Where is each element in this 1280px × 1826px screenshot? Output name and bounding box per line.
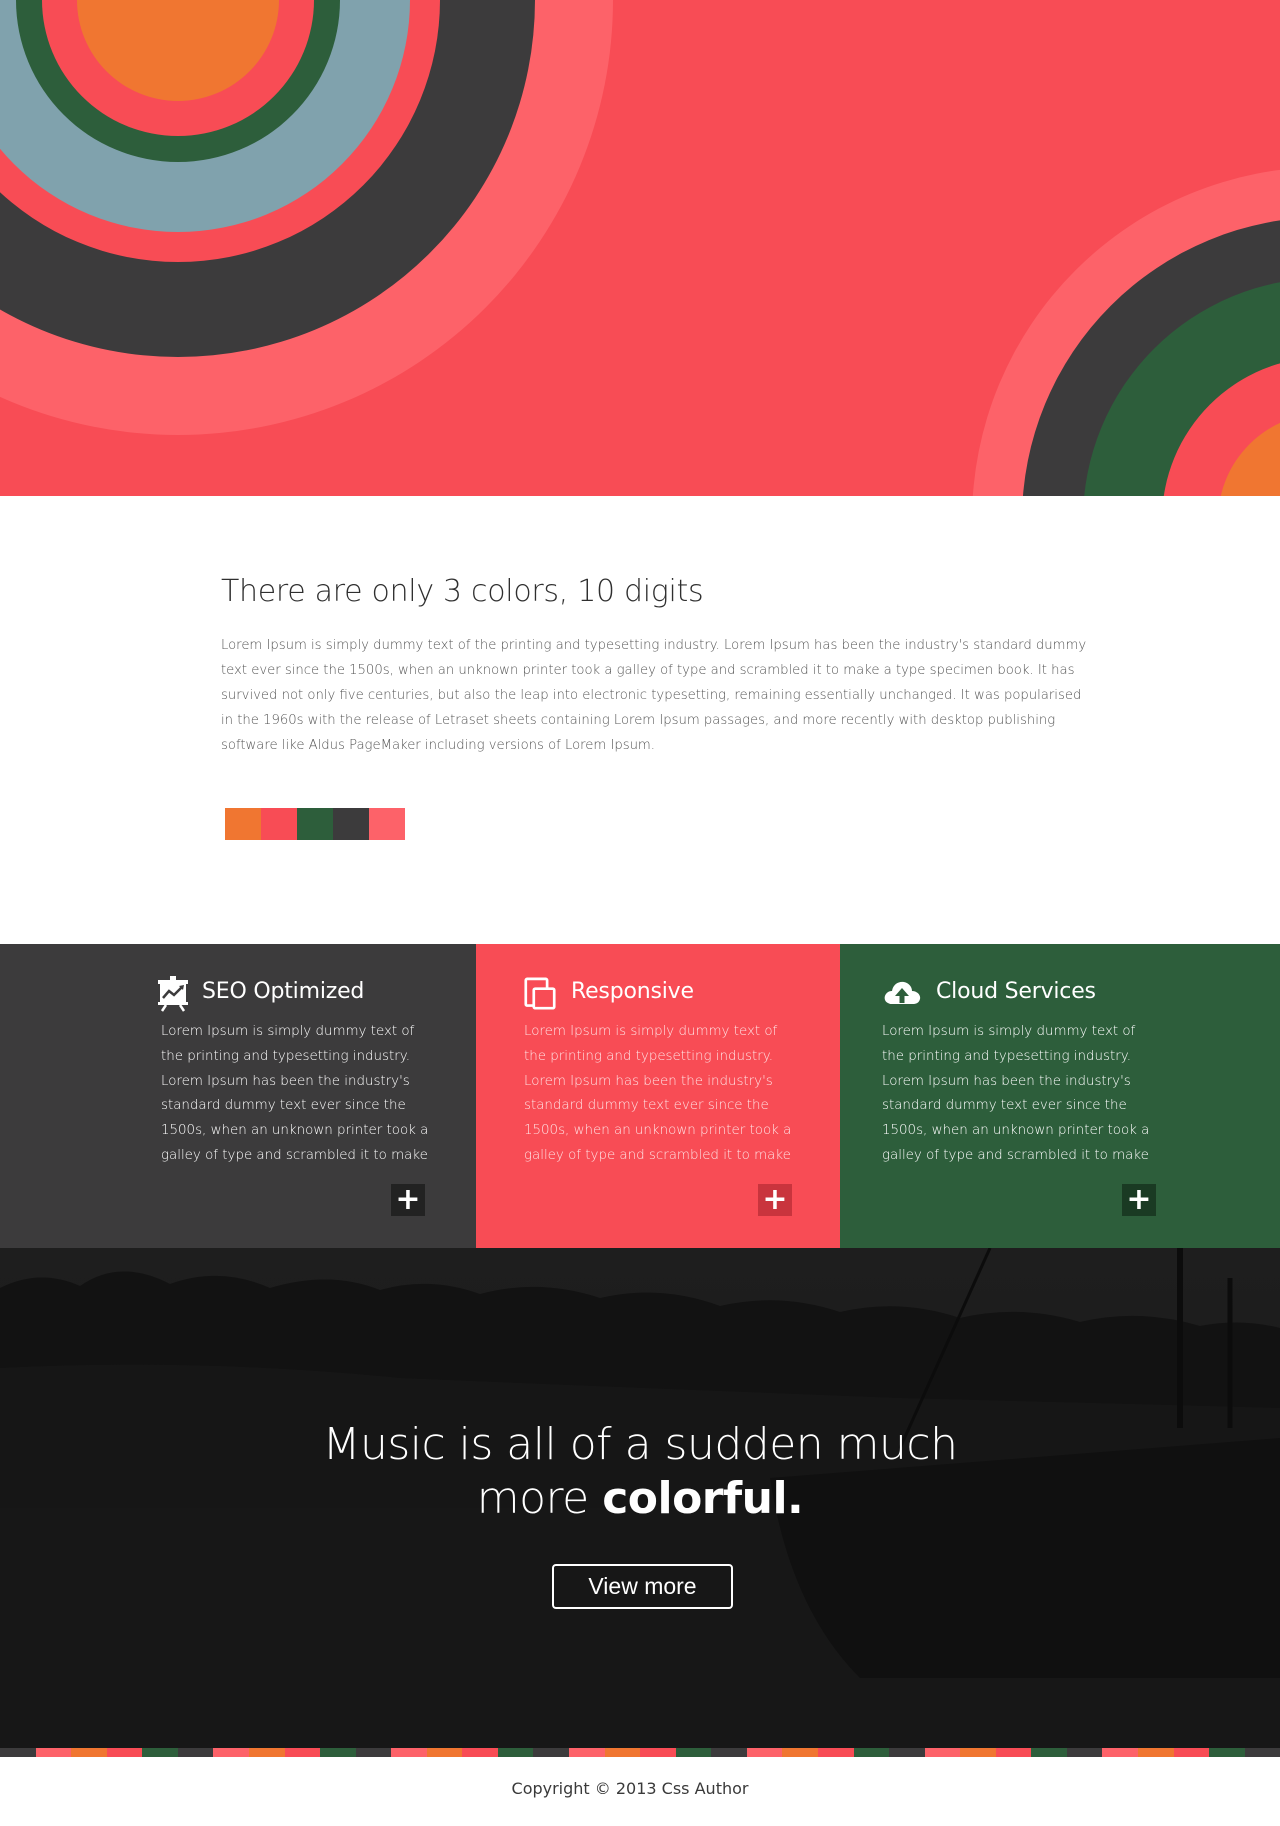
stripe-segment [1066,1748,1103,1757]
stripe-segment [1138,1748,1174,1757]
stripe-segment [320,1748,356,1757]
more-button[interactable]: + [1122,1184,1156,1216]
stripe-segment [960,1748,996,1757]
footer: Copyright © 2013 Css Author [0,1757,1280,1826]
stripe-segment [569,1748,605,1757]
stripe-segment [0,1748,36,1757]
stripe-segment [426,1748,463,1757]
stripe-segment [284,1748,321,1757]
stripe-segment [995,1748,1032,1757]
stripe-segment [924,1748,961,1757]
swatch-orange [225,808,261,840]
stripe-segment [604,1748,641,1757]
stripe-segment [853,1748,890,1757]
more-button[interactable]: + [758,1184,792,1216]
concentric-circles-art [0,0,1280,496]
stripe-segment [817,1748,854,1757]
devices-icon [524,977,556,1010]
stripe-segment [1244,1748,1280,1757]
music-banner: Music is all of a sudden much more color… [0,1248,1280,1748]
view-more-button[interactable]: View more [552,1564,733,1609]
color-swatches [225,808,405,840]
stripe-segment [248,1748,285,1757]
stripe-segment [746,1748,783,1757]
headline-line-2: more colorful. [0,1472,1280,1526]
feature-responsive: Responsive Lorem Ipsum is simply dummy t… [476,944,840,1248]
swatch-pink [369,808,405,840]
stripe-segment [213,1748,249,1757]
stripe-segment [675,1748,712,1757]
stripe-segment [177,1748,214,1757]
headline-emphasis: colorful. [602,1473,804,1524]
more-button[interactable]: + [391,1184,425,1216]
feature-seo: SEO Optimized Lorem Ipsum is simply dumm… [0,944,476,1248]
feature-body: Lorem Ipsum is simply dummy text of the … [524,1024,792,1163]
stripe-segment [711,1748,747,1757]
stripe-segment [355,1748,392,1757]
headline-line-1: Music is all of a sudden much [322,1419,959,1470]
feature-title: Responsive [571,979,694,1004]
feature-body: Lorem Ipsum is simply dummy text of the … [161,1024,429,1163]
copyright-text: Copyright © 2013 Css Author [511,1779,749,1798]
hero-banner [0,0,1280,496]
stripe-segment [533,1748,569,1757]
feature-title: SEO Optimized [202,979,365,1004]
stripe-segment [497,1748,534,1757]
stripe-segment [71,1748,107,1757]
feature-title: Cloud Services [936,979,1096,1004]
headline-prefix: more [476,1473,603,1524]
stripe-segment [1102,1748,1138,1757]
stripe-segment [640,1748,676,1757]
stripe-segment [462,1748,498,1757]
color-stripe [0,1748,1280,1757]
intro-title: There are only 3 colors, 10 digits [221,574,704,609]
stripe-segment [1209,1748,1245,1757]
stripe-segment [35,1748,72,1757]
stripe-segment [391,1748,427,1757]
swatch-green [297,808,333,840]
stripe-segment [106,1748,143,1757]
features-section: SEO Optimized Lorem Ipsum is simply dumm… [0,944,1280,1248]
stripe-segment [1031,1748,1067,1757]
cloud-upload-icon [884,981,921,1004]
intro-body: Lorem Ipsum is simply dummy text of the … [221,638,1087,753]
swatch-charcoal [333,808,369,840]
stripe-segment [782,1748,818,1757]
swatch-red [261,808,297,840]
feature-cloud: Cloud Services Lorem Ipsum is simply dum… [840,944,1280,1248]
stripe-segment [142,1748,178,1757]
stripe-segment [889,1748,925,1757]
intro-section: There are only 3 colors, 10 digits Lorem… [0,496,1280,944]
feature-body: Lorem Ipsum is simply dummy text of the … [882,1024,1150,1163]
presentation-chart-icon [158,976,188,1012]
banner-headline: Music is all of a sudden much more color… [0,1418,1280,1526]
stripe-segment [1173,1748,1210,1757]
